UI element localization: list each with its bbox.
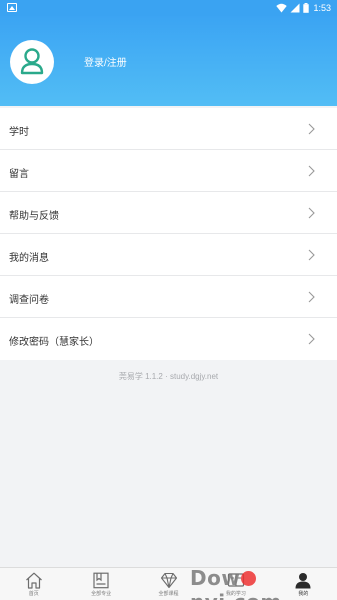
menu-item-label: 学时 xyxy=(9,127,29,138)
avatar[interactable] xyxy=(10,40,54,84)
menu-item-label: 帮助与反馈 xyxy=(9,211,59,222)
menu-item-message[interactable]: 留言 xyxy=(0,150,337,192)
menu-item-help-feedback[interactable]: 帮助与反馈 xyxy=(0,192,337,234)
user-avatar-icon xyxy=(20,48,44,75)
menu-list: 学时 留言 帮助与反馈 我的消息 调查问卷 修改密码（慧家长） xyxy=(0,108,337,360)
status-time: 1:53 xyxy=(313,3,331,13)
menu-item-my-messages[interactable]: 我的消息 xyxy=(0,234,337,276)
chevron-right-icon xyxy=(308,333,315,345)
chevron-right-icon xyxy=(308,165,315,177)
watermark-dot-icon xyxy=(241,571,257,586)
menu-item-label: 留言 xyxy=(9,169,29,180)
watermark-logo: Downyi.com xyxy=(190,566,337,600)
version-info: 莞易学 1.1.2 · study.dgjy.net xyxy=(118,372,219,381)
home-icon xyxy=(25,572,42,589)
nav-all-majors[interactable]: 全部专业 xyxy=(67,568,134,600)
watermark-text-end: nyi.com xyxy=(190,590,282,600)
diamond-icon xyxy=(160,572,177,589)
signal-icon xyxy=(290,3,300,13)
nav-label: 全部专业 xyxy=(91,591,112,597)
menu-item-survey[interactable]: 调查问卷 xyxy=(0,276,337,318)
menu-item-study-hours[interactable]: 学时 xyxy=(0,108,337,150)
chevron-right-icon xyxy=(308,123,315,135)
image-notification-icon xyxy=(7,3,17,12)
nav-home[interactable]: 首页 xyxy=(0,568,67,600)
battery-icon xyxy=(303,3,310,13)
status-icons: 1:53 xyxy=(276,2,331,14)
chevron-right-icon xyxy=(308,249,315,261)
login-register-link[interactable]: 登录/注册 xyxy=(84,54,127,69)
nav-label: 首页 xyxy=(28,591,39,597)
wifi-icon xyxy=(276,3,288,13)
menu-item-label: 调查问卷 xyxy=(9,295,49,306)
chevron-right-icon xyxy=(308,291,315,303)
book-icon xyxy=(93,572,109,589)
status-bar: 1:53 xyxy=(0,0,337,16)
chevron-right-icon xyxy=(308,207,315,219)
profile-header: 登录/注册 xyxy=(0,16,337,106)
menu-item-label: 修改密码（慧家长） xyxy=(9,337,99,348)
menu-item-change-password[interactable]: 修改密码（慧家长） xyxy=(0,318,337,360)
menu-item-label: 我的消息 xyxy=(9,253,49,264)
watermark-text-start: Dow xyxy=(190,566,241,590)
